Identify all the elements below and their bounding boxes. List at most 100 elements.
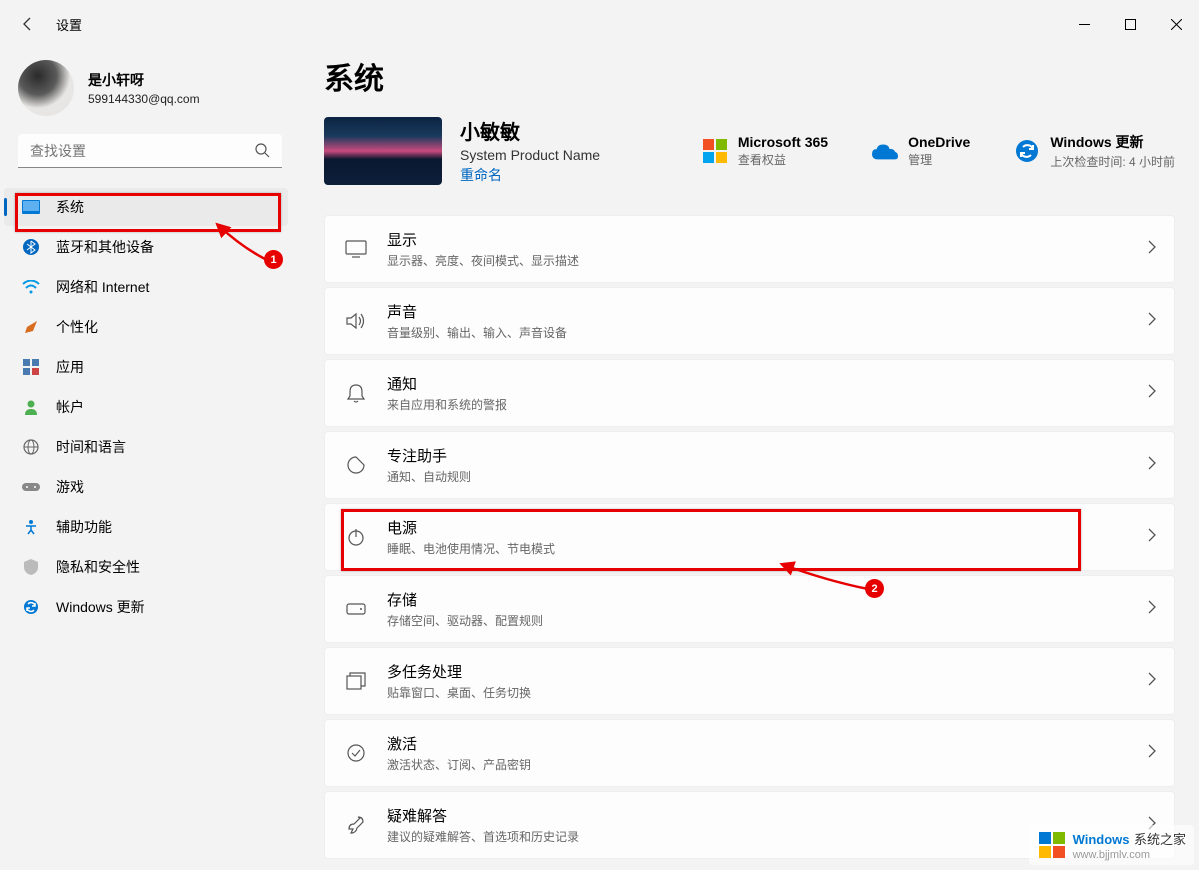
desktop-preview[interactable] — [324, 117, 442, 185]
nav-item-label: 辅助功能 — [56, 517, 112, 537]
item-sub: 睡眠、电池使用情况、节电模式 — [387, 540, 1148, 557]
chevron-right-icon — [1148, 528, 1156, 547]
chevron-right-icon — [1148, 240, 1156, 259]
item-activation[interactable]: 激活激活状态、订阅、产品密钥 — [324, 719, 1175, 787]
item-focus[interactable]: 专注助手通知、自动规则 — [324, 431, 1175, 499]
maximize-button[interactable] — [1107, 9, 1153, 39]
update-icon — [1014, 138, 1040, 164]
nav-item-label: 隐私和安全性 — [56, 557, 140, 577]
item-title: 专注助手 — [387, 445, 1148, 466]
avatar — [18, 60, 74, 116]
nav-item-label: 系统 — [56, 197, 84, 217]
nav-item-label: 蓝牙和其他设备 — [56, 237, 154, 257]
search-input[interactable] — [18, 134, 282, 168]
sound-icon — [335, 312, 377, 330]
profile-name: 是小轩呀 — [88, 70, 200, 90]
item-storage[interactable]: 存储存储空间、驱动器、配置规则 — [324, 575, 1175, 643]
nav-item-apps[interactable]: 应用 — [4, 348, 288, 386]
nav-item-accounts[interactable]: 帐户 — [4, 388, 288, 426]
item-multitask[interactable]: 多任务处理贴靠窗口、桌面、任务切换 — [324, 647, 1175, 715]
m365-icon — [702, 138, 728, 164]
item-display[interactable]: 显示显示器、亮度、夜间模式、显示描述 — [324, 215, 1175, 283]
window-title: 设置 — [56, 15, 82, 34]
annotation-badge-1: 1 — [264, 250, 283, 269]
item-sub: 贴靠窗口、桌面、任务切换 — [387, 684, 1148, 701]
item-title: 显示 — [387, 229, 1148, 250]
minimize-button[interactable] — [1061, 9, 1107, 39]
nav-item-label: 时间和语言 — [56, 437, 126, 457]
search-input-wrap — [18, 134, 282, 168]
tile-title: OneDrive — [908, 134, 970, 150]
tile-title: Windows 更新 — [1050, 132, 1175, 152]
storage-icon — [335, 603, 377, 615]
tile-sub: 查看权益 — [738, 151, 828, 168]
windows-logo-icon — [1037, 830, 1067, 860]
nav-item-label: 帐户 — [56, 397, 84, 417]
back-button[interactable] — [14, 10, 42, 38]
globe-icon — [22, 438, 40, 456]
item-title: 存储 — [387, 589, 1148, 610]
close-icon — [1171, 19, 1182, 30]
nav-item-gaming[interactable]: 游戏 — [4, 468, 288, 506]
item-title: 疑难解答 — [387, 805, 1148, 826]
gamepad-icon — [22, 478, 40, 496]
nav-item-network[interactable]: 网络和 Internet — [4, 268, 288, 306]
item-title: 通知 — [387, 373, 1148, 394]
nav-item-system[interactable]: 系统 — [4, 188, 288, 226]
nav-item-time[interactable]: 时间和语言 — [4, 428, 288, 466]
arrow-left-icon — [20, 16, 36, 32]
nav-item-label: 网络和 Internet — [56, 277, 149, 297]
search-icon — [254, 142, 270, 163]
apps-icon — [22, 358, 40, 376]
item-sound[interactable]: 声音音量级别、输出、输入、声音设备 — [324, 287, 1175, 355]
brush-icon — [22, 318, 40, 336]
bluetooth-icon — [22, 238, 40, 256]
annotation-badge-2: 2 — [865, 579, 884, 598]
maximize-icon — [1125, 19, 1136, 30]
nav-item-bluetooth[interactable]: 蓝牙和其他设备 — [4, 228, 288, 266]
chevron-right-icon — [1148, 600, 1156, 619]
chevron-right-icon — [1148, 456, 1156, 475]
troubleshoot-icon — [335, 816, 377, 834]
tile-m365[interactable]: Microsoft 365查看权益 — [702, 132, 828, 170]
power-icon — [335, 528, 377, 546]
pc-product: System Product Name — [460, 147, 600, 163]
onedrive-icon — [872, 138, 898, 164]
profile-section[interactable]: 是小轩呀 599144330@qq.com — [0, 56, 300, 134]
chevron-right-icon — [1148, 672, 1156, 691]
close-button[interactable] — [1153, 9, 1199, 39]
item-sub: 来自应用和系统的警报 — [387, 396, 1148, 413]
chevron-right-icon — [1148, 744, 1156, 763]
tile-update[interactable]: Windows 更新上次检查时间: 4 小时前 — [1014, 132, 1175, 170]
item-power[interactable]: 电源睡眠、电池使用情况、节电模式 — [324, 503, 1175, 571]
item-sub: 通知、自动规则 — [387, 468, 1148, 485]
rename-link[interactable]: 重命名 — [460, 165, 600, 185]
nav-item-accessibility[interactable]: 辅助功能 — [4, 508, 288, 546]
monitor-icon — [22, 198, 40, 216]
display-icon — [335, 240, 377, 258]
sidebar: 是小轩呀 599144330@qq.com 系统蓝牙和其他设备网络和 Inter… — [0, 48, 300, 870]
nav-item-update[interactable]: Windows 更新 — [4, 588, 288, 626]
focus-icon — [335, 456, 377, 474]
shield-icon — [22, 558, 40, 576]
person-icon — [22, 398, 40, 416]
nav-item-label: 个性化 — [56, 317, 98, 337]
item-title: 多任务处理 — [387, 661, 1148, 682]
watermark: Windows 系统之家 www.bjjmlv.com — [1029, 825, 1194, 865]
item-notifications[interactable]: 通知来自应用和系统的警报 — [324, 359, 1175, 427]
pc-name: 小敏敏 — [460, 116, 600, 145]
tile-title: Microsoft 365 — [738, 134, 828, 150]
minimize-icon — [1079, 19, 1090, 30]
tile-sub: 管理 — [908, 151, 970, 168]
nav-item-label: 应用 — [56, 357, 84, 377]
chevron-right-icon — [1148, 384, 1156, 403]
sync-icon — [22, 598, 40, 616]
wifi-icon — [22, 278, 40, 296]
profile-email: 599144330@qq.com — [88, 92, 200, 106]
tile-onedrive[interactable]: OneDrive管理 — [872, 132, 970, 170]
nav-item-privacy[interactable]: 隐私和安全性 — [4, 548, 288, 586]
nav-item-personalization[interactable]: 个性化 — [4, 308, 288, 346]
content-area: 系统 小敏敏 System Product Name 重命名 Microsoft… — [300, 48, 1199, 870]
access-icon — [22, 518, 40, 536]
activation-icon — [335, 744, 377, 762]
